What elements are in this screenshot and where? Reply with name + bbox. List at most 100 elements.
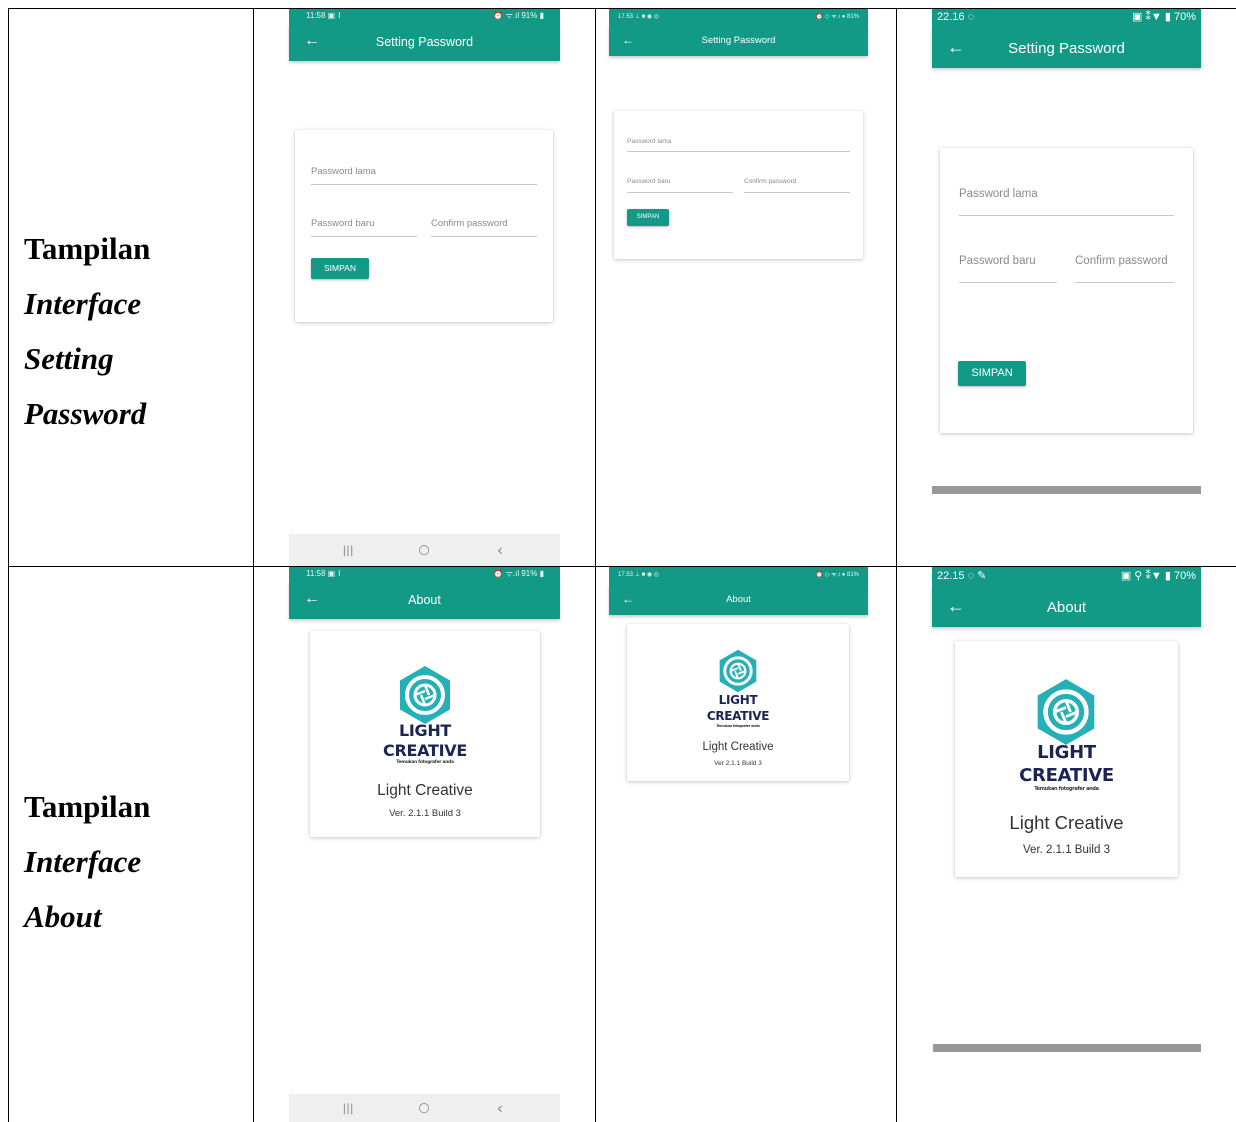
label-line: Interface bbox=[24, 286, 142, 321]
label-line: Password bbox=[24, 396, 147, 431]
screenshot-setting-password-1: 11:58 ▣ ⌇ ⏰ ᯤ.ıl 91% ▮ ← Setting Passwor… bbox=[289, 9, 560, 566]
app-bar-title: Setting Password bbox=[701, 35, 776, 46]
nav-back-icon[interactable]: ‹ bbox=[497, 541, 503, 560]
logo-tagline: Temukan fotografer anda bbox=[1034, 786, 1099, 792]
status-bar: 11:58 ▣ ⌇ ⏰ ᯤ.ıl 91% ▮ bbox=[289, 9, 560, 23]
about-card: LIGHT CREATIVE Temukan fotografer anda L… bbox=[955, 641, 1178, 877]
old-password-placeholder: Password lama bbox=[627, 138, 672, 145]
table-divider-2 bbox=[595, 8, 596, 1122]
status-left: 22.16 ◌ bbox=[937, 11, 975, 23]
logo-tagline: Temukan fotografer anda bbox=[396, 760, 454, 765]
new-password-placeholder: Password baru bbox=[627, 178, 671, 185]
status-bar: 22.16 ◌ ▣ ⁑▼ ▮ 70% bbox=[932, 9, 1201, 26]
table-border-left bbox=[8, 8, 9, 1122]
about-card: LIGHT CREATIVE Temukan fotografer anda L… bbox=[627, 624, 849, 781]
screenshot-setting-password-3: 22.16 ◌ ▣ ⁑▼ ▮ 70% ← Setting Password Pa… bbox=[932, 9, 1201, 566]
confirm-password-placeholder: Confirm password bbox=[431, 218, 508, 229]
status-left: 11:58 ▣ ⌇ bbox=[306, 569, 342, 578]
confirm-password-field[interactable]: Confirm password bbox=[744, 178, 850, 193]
logo-line1: LIGHT bbox=[718, 693, 758, 707]
app-bar-title: About bbox=[1046, 599, 1087, 616]
confirm-password-placeholder: Confirm password bbox=[1075, 255, 1168, 267]
status-right: ⏰ ᯤ.ıl 91% ▮ bbox=[493, 11, 544, 20]
new-password-placeholder: Password baru bbox=[959, 255, 1036, 267]
app-name: Light Creative bbox=[1009, 812, 1124, 833]
screenshot-about-1: 11:58 ▣ ⌇ ⏰ ᯤ.ıl 91% ▮ ← About LIGHT CRE… bbox=[289, 567, 560, 1122]
app-bar-title: Setting Password bbox=[1008, 40, 1125, 57]
screenshot-setting-password-2: 17.53 ⊥ ■ ◉ ◎ ⏰ ◇ ᯤ.ı ● 81% ← Setting Pa… bbox=[609, 9, 868, 566]
save-button[interactable]: SIMPAN bbox=[311, 258, 369, 279]
old-password-field[interactable]: Password lama bbox=[311, 166, 537, 185]
app-bar: ← Setting Password bbox=[289, 23, 560, 61]
label-line: About bbox=[24, 899, 102, 934]
confirm-password-field[interactable]: Confirm password bbox=[1075, 255, 1174, 283]
old-password-placeholder: Password lama bbox=[959, 188, 1038, 200]
app-version: Ver. 2.1.1 Build 3 bbox=[1023, 844, 1110, 856]
logo-line2: CREATIVE bbox=[1019, 765, 1114, 786]
app-version: Ver 2.1.1 Build 3 bbox=[714, 760, 762, 767]
status-left: 17.53 ⊥ ■ ◉ ◎ bbox=[618, 572, 660, 578]
home-icon[interactable]: ○ bbox=[418, 543, 429, 558]
logo-tagline: Temukan fotografer anda bbox=[716, 724, 760, 728]
save-button[interactable]: SIMPAN bbox=[958, 361, 1026, 386]
app-bar: ← About bbox=[609, 584, 868, 615]
new-password-field[interactable]: Password baru bbox=[311, 218, 417, 237]
label-line: Tampilan bbox=[24, 789, 151, 824]
label-line: Tampilan bbox=[24, 231, 151, 266]
table-divider-1 bbox=[253, 8, 254, 1122]
new-password-placeholder: Password baru bbox=[311, 218, 375, 229]
logo-line1: LIGHT bbox=[398, 721, 452, 740]
app-name: Light Creative bbox=[377, 782, 473, 799]
table-divider-3 bbox=[896, 8, 897, 1122]
status-bar: 17.53 ⊥ ■ ◉ ◎ ⏰ ◇ ᯤ.ı ● 81% bbox=[609, 9, 868, 26]
confirm-password-placeholder: Confirm password bbox=[744, 178, 797, 185]
row-label-about: Tampilan Interface About bbox=[24, 790, 150, 955]
status-right: ⏰ ◇ ᯤ.ı ● 81% bbox=[815, 14, 859, 20]
status-left: 22.15 ◌ ✎ bbox=[937, 570, 987, 582]
password-card: Password lama Password baru Confirm pass… bbox=[940, 148, 1193, 433]
label-line: Setting bbox=[24, 341, 114, 376]
status-bar: 17.53 ⊥ ■ ◉ ◎ ⏰ ◇ ᯤ.ı ● 81% bbox=[609, 567, 868, 584]
app-bar-title: About bbox=[726, 594, 751, 605]
camera-aperture-icon bbox=[1037, 679, 1095, 745]
password-card: Password lama Password baru Confirm pass… bbox=[614, 111, 863, 259]
status-bar: 22.15 ◌ ✎ ▣ ⚲ ⁑▼ ▮ 70% bbox=[932, 567, 1201, 585]
app-bar-title: About bbox=[408, 593, 441, 607]
confirm-password-field[interactable]: Confirm password bbox=[431, 218, 537, 237]
system-nav-bar: ||| ○ ‹ bbox=[289, 1094, 560, 1122]
old-password-field[interactable]: Password lama bbox=[959, 188, 1174, 216]
old-password-field[interactable]: Password lama bbox=[627, 138, 850, 152]
logo-line2: CREATIVE bbox=[383, 741, 467, 760]
save-button[interactable]: SIMPAN bbox=[627, 209, 669, 226]
camera-aperture-icon bbox=[400, 666, 450, 724]
status-left: 17.53 ⊥ ■ ◉ ◎ bbox=[618, 14, 660, 20]
system-nav-bar: ||| ○ ‹ bbox=[289, 534, 560, 566]
nav-back-icon[interactable]: ‹ bbox=[497, 1099, 503, 1118]
old-password-placeholder: Password lama bbox=[311, 166, 376, 177]
app-version: Ver. 2.1.1 Build 3 bbox=[389, 808, 461, 819]
app-bar: ← Setting Password bbox=[932, 26, 1201, 68]
new-password-field[interactable]: Password baru bbox=[959, 255, 1057, 283]
status-right: ▣ ⚲ ⁑▼ ▮ 70% bbox=[1120, 570, 1196, 582]
home-icon[interactable]: ○ bbox=[418, 1101, 429, 1116]
status-right: ▣ ⁑▼ ▮ 70% bbox=[1131, 11, 1196, 23]
logo-line2: CREATIVE bbox=[706, 709, 770, 723]
scroll-indicator bbox=[933, 1044, 1201, 1052]
camera-aperture-icon bbox=[719, 649, 757, 693]
status-bar: 11:58 ▣ ⌇ ⏰ ᯤ.ıl 91% ▮ bbox=[289, 567, 560, 581]
app-bar-title: Setting Password bbox=[375, 35, 474, 49]
recent-apps-icon[interactable]: ||| bbox=[342, 544, 353, 557]
status-left: 11:58 ▣ ⌇ bbox=[306, 11, 342, 20]
recent-apps-icon[interactable]: ||| bbox=[342, 1102, 353, 1115]
app-name: Light Creative bbox=[702, 741, 774, 753]
label-line: Interface bbox=[24, 844, 142, 879]
screenshot-about-3: 22.15 ◌ ✎ ▣ ⚲ ⁑▼ ▮ 70% ← About LIGHT CRE… bbox=[932, 567, 1201, 1122]
about-card: LIGHT CREATIVE Temukan fotografer anda L… bbox=[310, 631, 540, 837]
status-right: ⏰ ◇ ᯤ.ı ● 81% bbox=[815, 572, 859, 578]
app-bar: ← About bbox=[932, 585, 1201, 627]
screenshot-about-2: 17.53 ⊥ ■ ◉ ◎ ⏰ ◇ ᯤ.ı ● 81% ← About LIGH… bbox=[609, 567, 868, 1122]
new-password-field[interactable]: Password baru bbox=[627, 178, 733, 193]
app-bar: ← Setting Password bbox=[609, 26, 868, 56]
app-bar: ← About bbox=[289, 581, 560, 619]
scroll-indicator bbox=[932, 486, 1201, 494]
